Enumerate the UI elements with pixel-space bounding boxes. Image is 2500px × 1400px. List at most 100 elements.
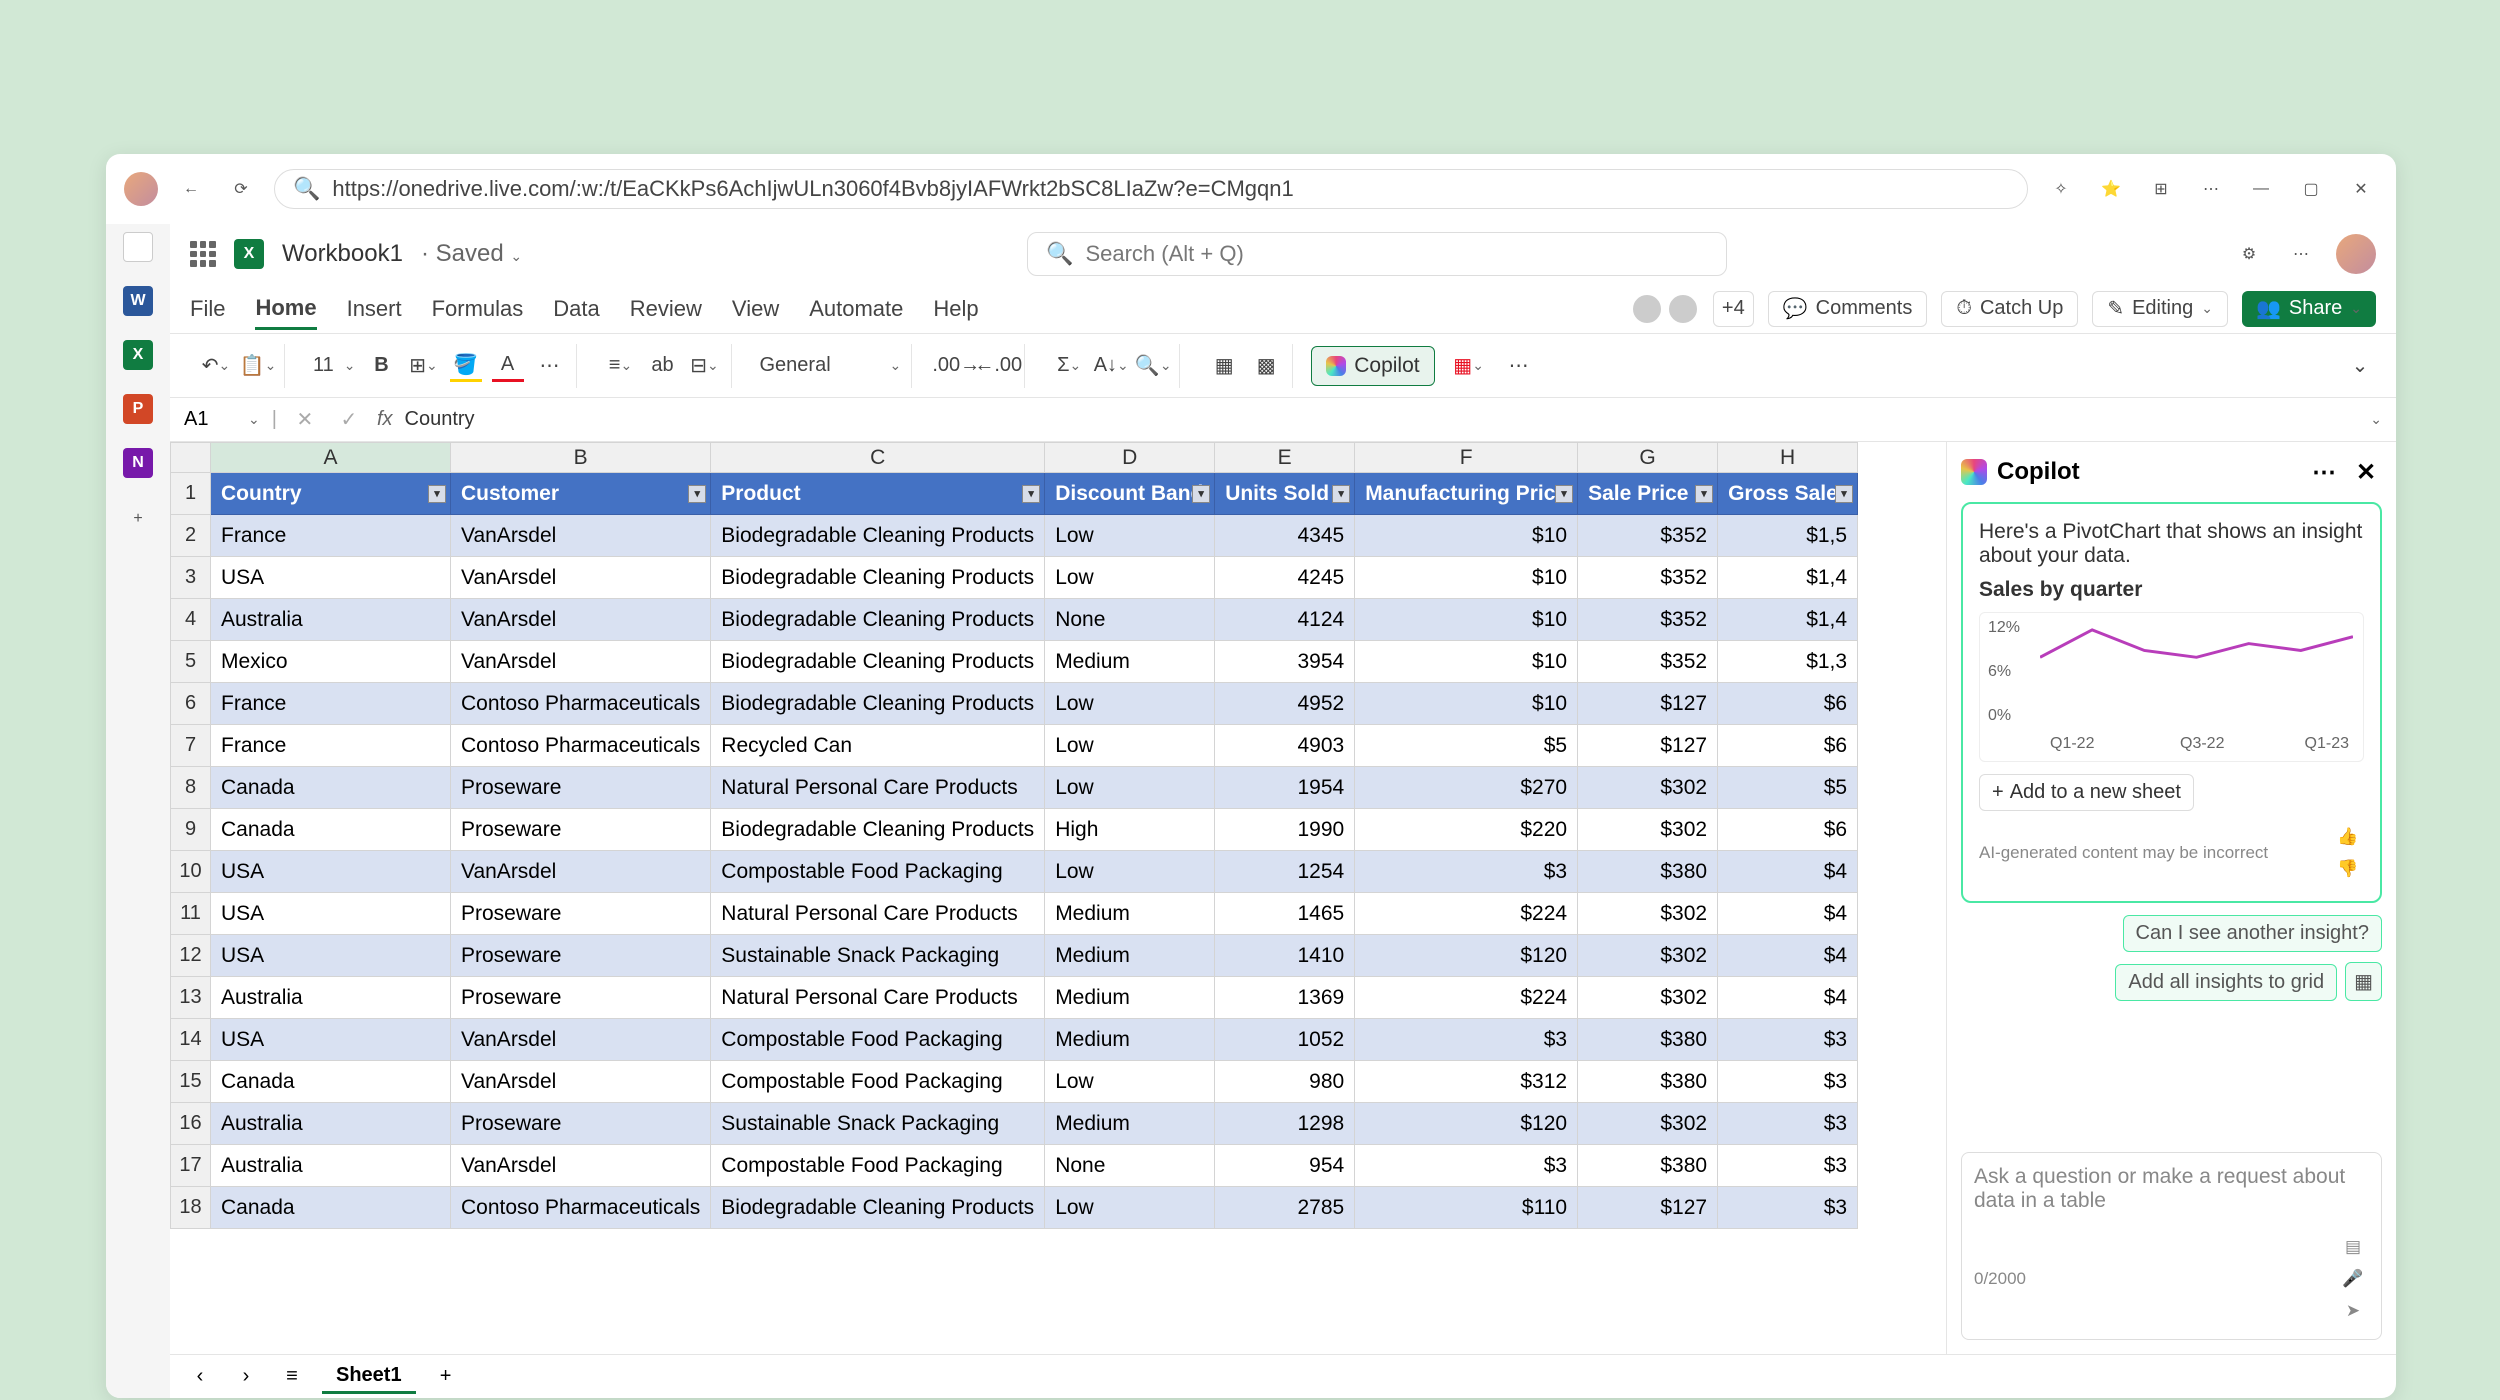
find-button[interactable]: 🔍⌄ xyxy=(1137,350,1169,382)
filter-icon[interactable]: ▾ xyxy=(1332,485,1350,503)
more-icon[interactable]: ⋯ xyxy=(2194,172,2228,206)
table-style-button[interactable]: ▦⌄ xyxy=(1453,350,1485,382)
col-header[interactable]: E xyxy=(1215,443,1355,473)
row-header[interactable]: 12 xyxy=(171,935,211,977)
next-sheet-icon[interactable]: › xyxy=(230,1361,262,1393)
cell[interactable]: $3 xyxy=(1718,1187,1858,1229)
enter-icon[interactable]: ✓ xyxy=(333,404,365,436)
number-format-selector[interactable]: General xyxy=(760,354,880,377)
more-icon[interactable]: ⋯ xyxy=(2284,237,2318,271)
fontsize-selector[interactable]: 11 xyxy=(313,354,334,377)
attach-icon[interactable]: ▤ xyxy=(2337,1231,2369,1263)
addin2-icon[interactable]: ▩ xyxy=(1250,350,1282,382)
autosum-button[interactable]: Σ⌄ xyxy=(1053,350,1085,382)
fill-color-button[interactable]: 🪣 xyxy=(450,350,482,382)
cell[interactable]: $3 xyxy=(1355,851,1578,893)
cell[interactable]: VanArsdel xyxy=(451,599,711,641)
merge-button[interactable]: ⊟⌄ xyxy=(689,350,721,382)
cell[interactable]: 1465 xyxy=(1215,893,1355,935)
undo-button[interactable]: ↶⌄ xyxy=(200,350,232,382)
cell[interactable]: VanArsdel xyxy=(451,515,711,557)
cell[interactable]: 3954 xyxy=(1215,641,1355,683)
borders-button[interactable]: ⊞⌄ xyxy=(408,350,440,382)
table-header[interactable]: Manufacturing Price▾ xyxy=(1355,473,1578,515)
table-header[interactable]: Product▾ xyxy=(711,473,1045,515)
cell[interactable]: 4952 xyxy=(1215,683,1355,725)
row-header[interactable]: 9 xyxy=(171,809,211,851)
col-header[interactable]: F xyxy=(1355,443,1578,473)
cell[interactable]: $352 xyxy=(1578,599,1718,641)
cell[interactable]: $110 xyxy=(1355,1187,1578,1229)
filter-icon[interactable]: ▾ xyxy=(1555,485,1573,503)
dec-increase-icon[interactable]: .00→ xyxy=(940,350,972,382)
cell[interactable]: Compostable Food Packaging xyxy=(711,851,1045,893)
refresh-button[interactable]: ⟳ xyxy=(224,172,258,206)
cell[interactable]: Australia xyxy=(211,977,451,1019)
cell[interactable]: Compostable Food Packaging xyxy=(711,1145,1045,1187)
cell[interactable]: 1052 xyxy=(1215,1019,1355,1061)
app-launcher-icon[interactable] xyxy=(190,241,216,267)
cell[interactable]: $10 xyxy=(1355,515,1578,557)
row-header[interactable]: 7 xyxy=(171,725,211,767)
cell[interactable]: USA xyxy=(211,1019,451,1061)
cell[interactable]: $3 xyxy=(1718,1145,1858,1187)
share-button[interactable]: 👥 Share ⌄ xyxy=(2242,291,2376,327)
row-header[interactable]: 11 xyxy=(171,893,211,935)
cell[interactable]: $220 xyxy=(1355,809,1578,851)
cell[interactable]: Mexico xyxy=(211,641,451,683)
cell[interactable]: $6 xyxy=(1718,683,1858,725)
cell[interactable]: 1990 xyxy=(1215,809,1355,851)
cell[interactable]: $3 xyxy=(1355,1019,1578,1061)
cell[interactable]: 4345 xyxy=(1215,515,1355,557)
cell[interactable]: $1,4 xyxy=(1718,599,1858,641)
all-sheets-icon[interactable]: ≡ xyxy=(276,1361,308,1393)
cancel-icon[interactable]: ✕ xyxy=(289,404,321,436)
powerpoint-icon[interactable]: P xyxy=(123,394,153,424)
row-header[interactable]: 3 xyxy=(171,557,211,599)
prev-sheet-icon[interactable]: ‹ xyxy=(184,1361,216,1393)
cell[interactable]: $3 xyxy=(1718,1103,1858,1145)
cell[interactable]: Proseware xyxy=(451,935,711,977)
cell[interactable]: Low xyxy=(1045,1061,1215,1103)
minimize-button[interactable]: — xyxy=(2244,172,2278,206)
cell[interactable]: Recycled Can xyxy=(711,725,1045,767)
cell[interactable]: Biodegradable Cleaning Products xyxy=(711,683,1045,725)
tab-icon[interactable] xyxy=(123,232,153,262)
cell[interactable]: $3 xyxy=(1718,1061,1858,1103)
cell[interactable]: Canada xyxy=(211,767,451,809)
collapse-ribbon-icon[interactable]: ⌄ xyxy=(2344,350,2376,382)
cell[interactable]: Low xyxy=(1045,725,1215,767)
table-header[interactable]: Discount Band▾ xyxy=(1045,473,1215,515)
cell[interactable]: High xyxy=(1045,809,1215,851)
wrap-button[interactable]: ab xyxy=(647,350,679,382)
copilot-button[interactable]: Copilot xyxy=(1311,346,1434,386)
sort-button[interactable]: A↓⌄ xyxy=(1095,350,1127,382)
cell[interactable]: $4 xyxy=(1718,851,1858,893)
cell[interactable]: Biodegradable Cleaning Products xyxy=(711,809,1045,851)
cell[interactable]: $380 xyxy=(1578,851,1718,893)
cell[interactable]: $224 xyxy=(1355,893,1578,935)
cell[interactable]: $352 xyxy=(1578,515,1718,557)
cell[interactable]: Australia xyxy=(211,1103,451,1145)
row-header[interactable]: 16 xyxy=(171,1103,211,1145)
presence-avatar[interactable] xyxy=(1631,293,1663,325)
cell[interactable]: Low xyxy=(1045,557,1215,599)
presence-avatar[interactable] xyxy=(1667,293,1699,325)
account-avatar[interactable] xyxy=(2336,234,2376,274)
row-header[interactable]: 14 xyxy=(171,1019,211,1061)
cell[interactable]: France xyxy=(211,725,451,767)
table-header[interactable]: Sale Price▾ xyxy=(1578,473,1718,515)
cell[interactable]: $127 xyxy=(1578,725,1718,767)
cell[interactable]: Biodegradable Cleaning Products xyxy=(711,515,1045,557)
cell[interactable]: $6 xyxy=(1718,725,1858,767)
cell[interactable]: Compostable Food Packaging xyxy=(711,1019,1045,1061)
copilot-close-icon[interactable]: ✕ xyxy=(2350,456,2382,488)
filter-icon[interactable]: ▾ xyxy=(428,485,446,503)
row-header[interactable]: 2 xyxy=(171,515,211,557)
cell[interactable]: USA xyxy=(211,935,451,977)
cell[interactable]: $270 xyxy=(1355,767,1578,809)
cell[interactable]: $302 xyxy=(1578,1103,1718,1145)
menu-help[interactable]: Help xyxy=(933,296,978,322)
cell[interactable]: $302 xyxy=(1578,767,1718,809)
search-box[interactable]: 🔍 Search (Alt + Q) xyxy=(1027,232,1727,276)
